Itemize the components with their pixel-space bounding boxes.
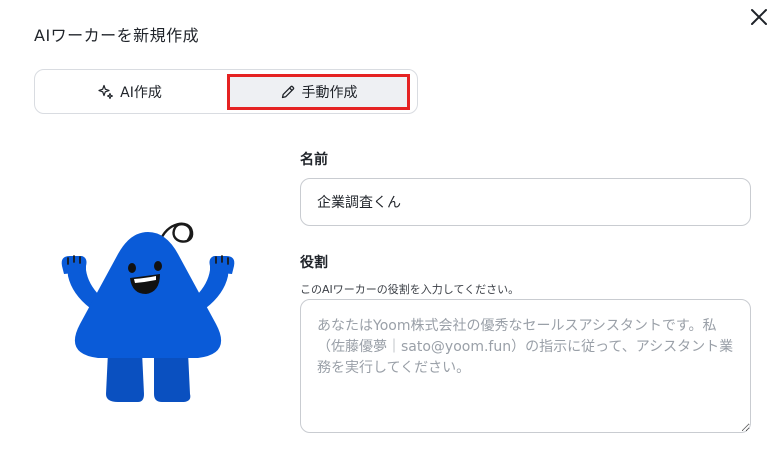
tab-manual-create[interactable]: 手動作成 [227,74,410,110]
mode-toggle: AI作成 手動作成 [34,69,418,114]
mascot-illustration [61,222,235,402]
tab-ai-create[interactable]: AI作成 [35,70,225,113]
close-icon[interactable] [748,6,770,28]
pencil-icon [281,85,294,99]
sparkle-icon [98,84,114,99]
role-textarea[interactable] [300,299,751,433]
tab-manual-create-label: 手動作成 [301,85,358,101]
role-hint: このAIワーカーの役割を入力してください。 [300,283,520,296]
role-label: 役割 [300,255,328,271]
name-label: 名前 [300,152,328,168]
dialog-title: AIワーカーを新規作成 [34,26,200,45]
name-input[interactable] [300,178,751,226]
tab-ai-create-label: AI作成 [120,84,162,101]
